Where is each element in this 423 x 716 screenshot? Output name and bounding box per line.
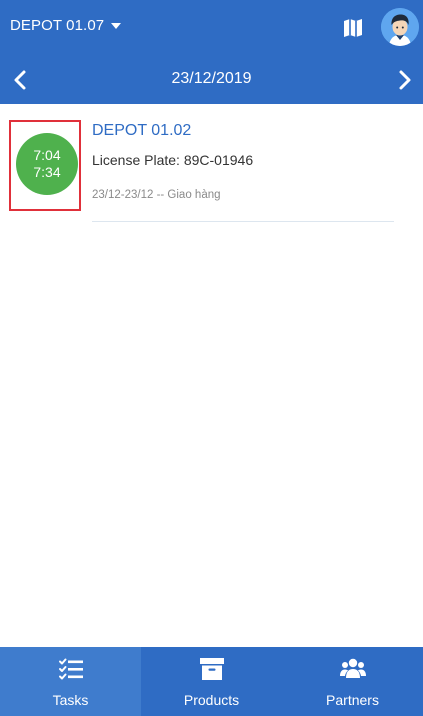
date-navigation: 23/12/2019 xyxy=(0,56,423,104)
tasks-icon xyxy=(58,658,83,680)
depot-selector[interactable]: DEPOT 01.07 xyxy=(10,17,122,34)
bottom-navigation: Tasks Products Partners xyxy=(0,647,423,716)
tab-tasks-label: Tasks xyxy=(52,692,89,708)
map-icon xyxy=(344,19,362,37)
users-icon xyxy=(339,658,366,678)
map-button[interactable] xyxy=(341,16,365,40)
archive-box-icon xyxy=(199,658,224,680)
next-date-button[interactable] xyxy=(393,68,415,92)
tab-partners[interactable]: Partners xyxy=(282,647,423,716)
depot-selector-label: DEPOT 01.07 xyxy=(10,17,105,34)
task-list-item[interactable]: 7:04 7:34 DEPOT 01.02 License Plate: 89C… xyxy=(0,104,423,224)
tab-tasks[interactable]: Tasks xyxy=(0,647,141,716)
tab-products[interactable]: Products xyxy=(141,647,282,716)
task-title: DEPOT 01.02 xyxy=(92,122,192,139)
avatar-icon xyxy=(381,8,419,46)
tab-products-label: Products xyxy=(183,692,240,708)
end-time: 7:34 xyxy=(33,164,61,180)
time-highlight-box: 7:04 7:34 xyxy=(9,120,81,211)
current-date: 23/12/2019 xyxy=(171,70,252,87)
divider xyxy=(92,221,394,222)
top-bar: DEPOT 01.07 xyxy=(0,0,423,56)
start-time: 7:04 xyxy=(33,147,61,163)
tab-partners-label: Partners xyxy=(326,692,379,708)
task-meta: 23/12-23/12 -- Giao hàng xyxy=(92,189,221,201)
caret-down-icon xyxy=(111,23,122,29)
license-plate: License Plate: 89C-01946 xyxy=(92,152,254,168)
user-avatar[interactable] xyxy=(381,8,419,46)
chevron-right-icon xyxy=(399,70,411,90)
app-header: DEPOT 01.07 23/12/2019 xyxy=(0,0,423,104)
time-badge: 7:04 7:34 xyxy=(16,133,78,195)
